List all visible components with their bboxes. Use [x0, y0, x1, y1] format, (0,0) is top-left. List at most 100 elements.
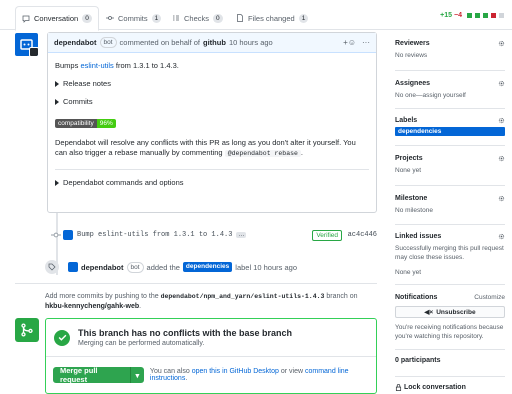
commit-author-avatar[interactable]	[63, 230, 73, 240]
unsubscribe-button[interactable]: ◀× Unsubscribe	[395, 306, 505, 318]
tab-count: 0	[213, 13, 223, 23]
gear-icon[interactable]	[498, 117, 505, 124]
sidebar-milestone: Milestone No milestone	[395, 195, 505, 215]
commit-icon	[106, 16, 114, 20]
gear-icon[interactable]	[498, 80, 505, 87]
comment: dependabot bot commented on behalf of gi…	[47, 32, 377, 213]
release-notes-summary: Release notes	[63, 79, 111, 88]
projects-title[interactable]: Projects	[395, 155, 423, 162]
comment-time[interactable]: 10 hours ago	[229, 38, 273, 47]
gear-icon[interactable]	[498, 195, 505, 202]
diffstat-block	[499, 13, 504, 18]
expand-commit-icon[interactable]: …	[236, 232, 247, 238]
check-icon	[54, 329, 70, 346]
commands-summary: Dependabot commands and options	[63, 178, 184, 187]
bumps-prefix: Bumps	[55, 61, 79, 70]
tab-label: Files changed	[248, 13, 295, 23]
projects-value: None yet	[395, 167, 422, 174]
disclosure-triangle-icon	[55, 81, 59, 87]
resolve-text: Dependabot will resolve any conflicts wi…	[55, 138, 356, 157]
comment-author[interactable]: dependabot	[54, 38, 97, 47]
commits-summary: Commits	[63, 97, 93, 106]
tab-label: Commits	[118, 13, 148, 23]
tab-checks[interactable]: Checks 0	[172, 6, 223, 30]
sidebar-reviewers: Reviewers No reviews	[395, 40, 505, 60]
tab-count: 0	[82, 14, 92, 23]
deletions-count: −4	[454, 12, 462, 19]
compat-label: compatibility	[55, 119, 97, 128]
notifications-title: Notifications	[395, 294, 438, 301]
divider	[395, 224, 505, 225]
divider	[15, 283, 377, 284]
note-prefix: Add more commits by pushing to the	[45, 293, 159, 300]
linked-issues-value: None yet	[395, 269, 422, 276]
bumps-suffix: from 1.3.1 to 1.4.3.	[115, 61, 179, 70]
note-end: .	[139, 303, 142, 310]
divider	[395, 108, 505, 109]
diffstat-block	[467, 13, 472, 18]
bot-badge: bot	[126, 261, 144, 273]
gear-icon[interactable]	[498, 233, 505, 240]
comment-body: Bumps eslint-utils from 1.3.1 to 1.4.3. …	[48, 53, 376, 196]
merge-method-dropdown-icon[interactable]: ▾	[131, 367, 144, 383]
reviewers-title[interactable]: Reviewers	[395, 40, 430, 47]
divider	[395, 284, 505, 285]
label-dependencies[interactable]: dependencies	[395, 127, 505, 136]
merge-also-text: You can also	[149, 368, 190, 375]
compatibility-badge[interactable]: compatibility 96%	[55, 119, 116, 128]
sidebar-labels: Labels dependencies	[395, 117, 505, 136]
file-diff-icon	[237, 14, 243, 22]
event-text-after: label 10 hours ago	[235, 262, 297, 272]
checklist-icon	[173, 15, 179, 21]
divider	[395, 145, 505, 146]
tab-files-changed[interactable]: Files changed 1	[236, 6, 309, 30]
lock-icon	[395, 384, 402, 391]
sidebar-projects: Projects None yet	[395, 155, 505, 175]
commit-sha[interactable]: ac4c446	[348, 231, 377, 239]
git-merge-icon	[15, 318, 39, 342]
merge-status-title: This branch has no conflicts with the ba…	[78, 328, 293, 338]
customize-link[interactable]: Customize	[474, 294, 505, 301]
labels-title[interactable]: Labels	[395, 117, 417, 124]
tab-commits[interactable]: Commits 1	[106, 6, 162, 30]
dependabot-avatar-small[interactable]	[68, 262, 78, 272]
note-middle: branch on	[326, 293, 358, 300]
resolve-end: .	[300, 148, 303, 157]
assignees-value[interactable]: No one—assign yourself	[395, 91, 505, 100]
more-options-icon[interactable]: ···	[362, 38, 370, 47]
commit-icon	[51, 232, 61, 238]
label-pill[interactable]: dependencies	[182, 262, 233, 272]
comment-org[interactable]: github	[203, 38, 226, 47]
additions-count: +15	[440, 12, 453, 19]
merge-actions: Merge pull request ▾ You can also open t…	[46, 357, 376, 393]
gear-icon[interactable]	[498, 40, 505, 47]
milestone-title[interactable]: Milestone	[395, 195, 427, 202]
event-text: added the	[146, 262, 180, 272]
lock-conversation-link[interactable]: Lock conversation	[404, 384, 466, 391]
reviewers-value: No reviews	[395, 52, 428, 59]
package-link[interactable]: eslint-utils	[80, 61, 113, 70]
divider	[395, 376, 505, 377]
commits-details[interactable]: Commits	[55, 97, 369, 107]
rebase-command: @dependabot rebase	[224, 150, 301, 157]
bumps-line: Bumps eslint-utils from 1.3.1 to 1.4.3.	[55, 61, 369, 71]
github-desktop-link[interactable]: open this in GitHub Desktop	[192, 368, 279, 375]
verified-badge[interactable]: Verified	[312, 229, 342, 241]
add-reaction-icon[interactable]: +☺	[343, 38, 356, 47]
tab-conversation[interactable]: Conversation 0	[15, 6, 99, 31]
assignees-title[interactable]: Assignees	[395, 80, 430, 87]
commands-details[interactable]: Dependabot commands and options	[55, 178, 369, 188]
milestone-value: No milestone	[395, 207, 433, 214]
merge-pull-request-button[interactable]: Merge pull request	[53, 367, 131, 383]
commit-message[interactable]: Bump eslint-utils from 1.3.1 to 1.4.3	[77, 231, 232, 239]
sidebar-lock: Lock conversation	[395, 384, 505, 391]
comment-meta: commented on behalf of	[119, 38, 201, 47]
bot-badge-icon	[29, 47, 38, 56]
event-actor[interactable]: dependabot	[81, 263, 124, 272]
divider	[395, 349, 505, 350]
release-notes-details[interactable]: Release notes	[55, 79, 369, 89]
divider	[55, 169, 369, 170]
dependabot-avatar[interactable]	[15, 33, 38, 56]
linked-issues-title[interactable]: Linked issues	[395, 233, 441, 240]
gear-icon[interactable]	[498, 155, 505, 162]
